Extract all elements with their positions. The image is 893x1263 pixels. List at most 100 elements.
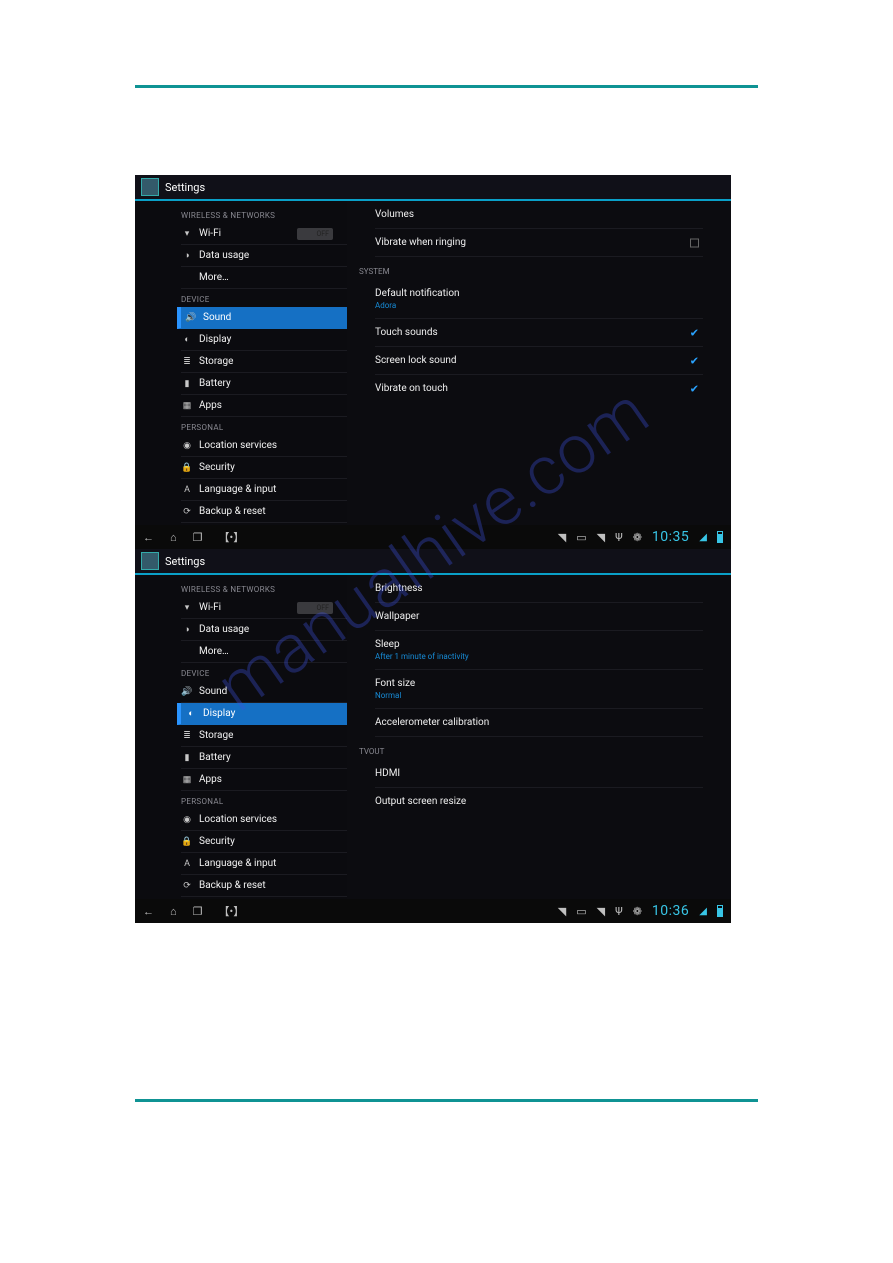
detail-row[interactable]: Touch sounds✔ — [375, 319, 703, 347]
location-services-icon: ◉ — [181, 815, 193, 825]
detail-row[interactable]: Brightness — [375, 575, 703, 603]
notification-icon: ◥ — [558, 531, 566, 544]
sidebar-item-wifi[interactable]: ▾Wi-FiOFF — [181, 597, 347, 619]
sidebar-item-label: Battery — [199, 752, 231, 763]
detail-row-title: Screen lock sound — [375, 355, 703, 366]
language-input-icon: A — [181, 485, 193, 495]
sidebar-item-more[interactable]: More… — [181, 267, 347, 289]
detail-row[interactable]: Wallpaper — [375, 603, 703, 631]
sidebar-item-language-input[interactable]: A Language & input — [181, 479, 347, 501]
sidebar-section-header: WIRELESS & NETWORKS — [181, 579, 347, 597]
screen-body: WIRELESS & NETWORKS▾Wi-FiOFF◑Data usageM… — [135, 201, 731, 525]
sidebar-item-label: More… — [199, 272, 229, 283]
sidebar-item-data-usage[interactable]: ◑ Data usage — [181, 245, 347, 267]
status-tray[interactable]: ◥▭◥Ψ❁10:35◢ — [558, 529, 723, 545]
sidebar-item-label: Display — [203, 708, 235, 719]
sidebar-item-location-services[interactable]: ◉ Location services — [181, 809, 347, 831]
sidebar-item-label: Data usage — [199, 624, 249, 635]
status-tray[interactable]: ◥▭◥Ψ❁10:36◢ — [558, 903, 723, 919]
screen-body: WIRELESS & NETWORKS▾Wi-FiOFF◑Data usage M… — [135, 575, 731, 899]
sidebar-item-label: Security — [199, 836, 235, 847]
storage-icon: ≣ — [181, 731, 193, 741]
sidebar-item-location-services[interactable]: ◉ Location services — [181, 435, 347, 457]
status-clock: 10:35 — [652, 529, 689, 545]
usb-icon: Ψ — [615, 905, 623, 918]
screenshot-icon[interactable]: 【•】 — [219, 529, 245, 545]
detail-row[interactable]: Sleep After 1 minute of inactivity — [375, 631, 703, 670]
sidebar-item-storage[interactable]: ≣Storage — [181, 725, 347, 747]
detail-row[interactable]: Default notificationAdora — [375, 280, 703, 319]
image-icon: ▭ — [576, 905, 586, 918]
detail-row[interactable]: Screen lock sound✔ — [375, 347, 703, 375]
wifi-toggle[interactable]: OFF — [297, 228, 333, 240]
back-icon[interactable]: ← — [143, 905, 154, 918]
detail-row[interactable]: Vibrate when ringing — [375, 229, 703, 257]
location-services-icon: ◉ — [181, 441, 193, 451]
sidebar-item-label: Location services — [199, 440, 277, 451]
detail-row-title: Sleep — [375, 639, 703, 650]
sidebar-item-label: Language & input — [199, 484, 276, 495]
app-header: Settings — [135, 175, 731, 201]
detail-row[interactable]: Accelerometer calibration — [375, 709, 703, 737]
android-settings-screen: SettingsWIRELESS & NETWORKS▾Wi-FiOFF◑Dat… — [135, 175, 731, 549]
screenshot-icon[interactable]: 【•】 — [219, 903, 245, 919]
apps-icon: ▦ — [181, 401, 193, 411]
home-icon[interactable]: ⌂ — [170, 905, 177, 918]
sidebar-item-storage[interactable]: ≣Storage — [181, 351, 347, 373]
sidebar-item-battery[interactable]: ▮Battery — [181, 373, 347, 395]
security-icon: 🔒 — [181, 463, 193, 473]
sidebar-item-apps[interactable]: ▦Apps — [181, 769, 347, 791]
signal-icon: ◢ — [699, 532, 707, 543]
wifi-icon: ▾ — [181, 603, 193, 613]
sidebar-item-apps[interactable]: ▦ Apps — [181, 395, 347, 417]
notification2-icon: ◥ — [597, 905, 605, 918]
sidebar-section-header: PERSONAL — [181, 417, 347, 435]
app-header-title: Settings — [165, 555, 205, 568]
detail-row[interactable]: Volumes — [375, 201, 703, 229]
data-usage-icon: ◑ — [181, 250, 193, 261]
recent-icon[interactable]: ❐ — [193, 905, 203, 918]
sidebar-item-sound[interactable]: 🔊Sound — [181, 681, 347, 703]
sidebar-item-backup-reset[interactable]: ⟳Backup & reset — [181, 875, 347, 897]
sidebar-item-backup-reset[interactable]: ⟳Backup & reset — [181, 501, 347, 523]
sidebar-item-label: Sound — [203, 312, 231, 323]
app-header: Settings — [135, 549, 731, 575]
detail-row-subtitle: After 1 minute of inactivity — [375, 652, 703, 661]
back-icon[interactable]: ← — [143, 531, 154, 544]
wifi-toggle[interactable]: OFF — [297, 602, 333, 614]
sidebar-item-display[interactable]: ◐Display — [181, 329, 347, 351]
sidebar-item-battery[interactable]: ▮Battery — [181, 747, 347, 769]
sidebar-item-security[interactable]: 🔒Security — [181, 457, 347, 479]
checkbox-unchecked[interactable] — [690, 238, 699, 247]
detail-row-title: Touch sounds — [375, 327, 703, 338]
sidebar-item-label: Battery — [199, 378, 231, 389]
sidebar-item-more[interactable]: More… — [181, 641, 347, 663]
sidebar-item-language-input[interactable]: ALanguage & input — [181, 853, 347, 875]
detail-row-title: Vibrate when ringing — [375, 237, 703, 248]
home-icon[interactable]: ⌂ — [170, 531, 177, 544]
sidebar-section-header: PERSONAL — [181, 791, 347, 809]
sidebar-item-label: Wi-Fi — [199, 228, 221, 239]
divider-bottom — [135, 1099, 758, 1102]
sidebar-section-header: DEVICE — [181, 289, 347, 307]
sidebar-item-label: Data usage — [199, 250, 249, 261]
detail-row[interactable]: Output screen resize — [375, 788, 703, 815]
settings-app-icon — [141, 178, 159, 196]
sidebar-item-sound[interactable]: 🔊Sound — [177, 307, 347, 329]
detail-row[interactable]: Vibrate on touch✔ — [375, 375, 703, 402]
apps-icon: ▦ — [181, 775, 193, 785]
sidebar-item-security[interactable]: 🔒Security — [181, 831, 347, 853]
sidebar-item-wifi[interactable]: ▾Wi-FiOFF — [181, 223, 347, 245]
recent-icon[interactable]: ❐ — [193, 531, 203, 544]
detail-row-title: Volumes — [375, 209, 703, 220]
check-icon: ✔ — [690, 382, 699, 395]
sidebar-item-label: More… — [199, 646, 229, 657]
sidebar-item-label: Apps — [199, 400, 222, 411]
sidebar-item-data-usage[interactable]: ◑Data usage — [181, 619, 347, 641]
sidebar-item-label: Location services — [199, 814, 277, 825]
sidebar-item-display[interactable]: ◐Display — [177, 703, 347, 725]
detail-row[interactable]: HDMI — [375, 760, 703, 788]
detail-row[interactable]: Font sizeNormal — [375, 670, 703, 709]
detail-row-subtitle: Normal — [375, 691, 703, 700]
settings-app-icon — [141, 552, 159, 570]
